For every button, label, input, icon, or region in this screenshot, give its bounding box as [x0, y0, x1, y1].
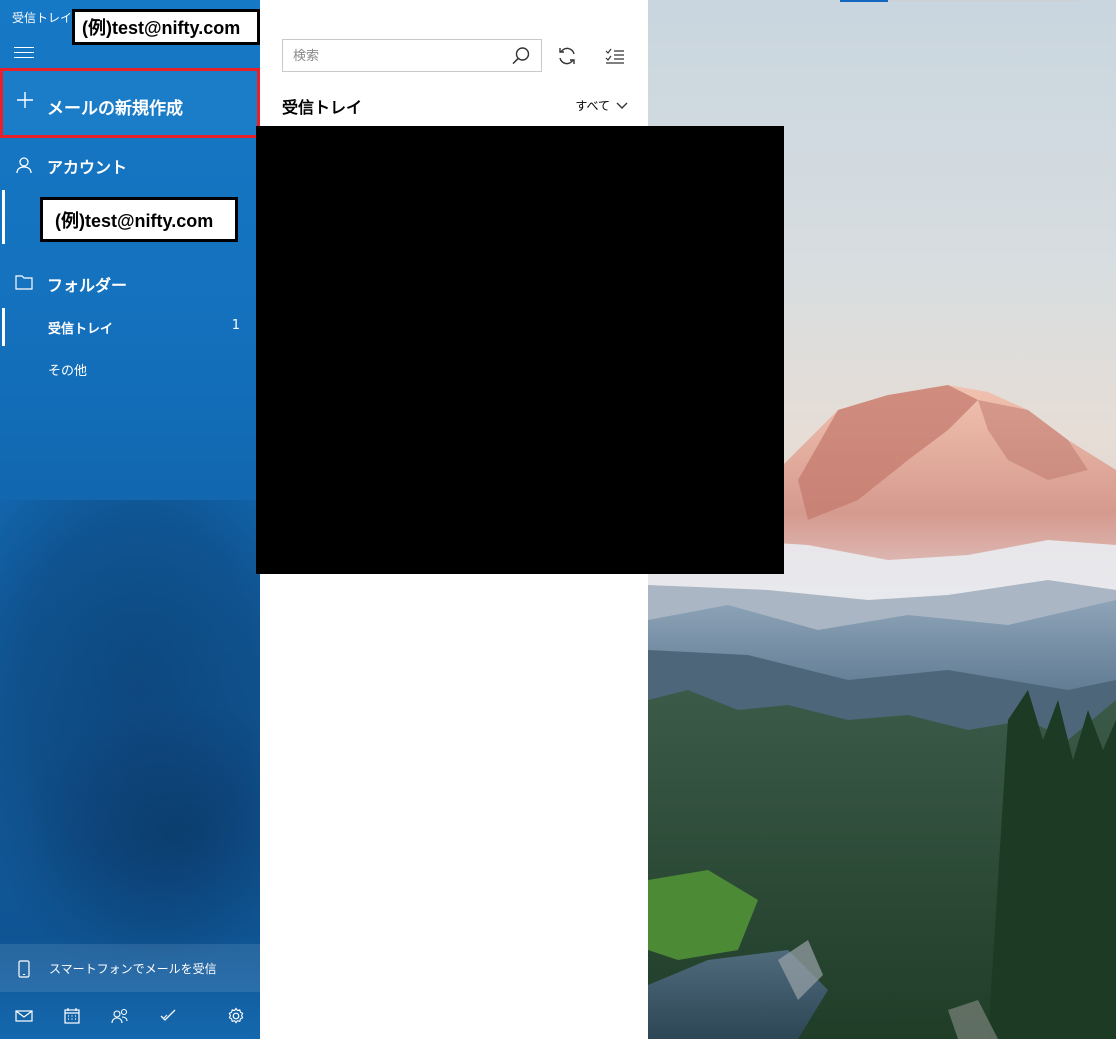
people-icon[interactable] [110, 1006, 130, 1026]
window-title: 受信トレイ - [12, 11, 81, 25]
navigation-pane: 受信トレイ - メールの新規作成 アカウント (例)test@nifty.com… [0, 0, 260, 1039]
accounts-header[interactable]: アカウント [0, 152, 260, 178]
filter-dropdown[interactable]: すべて [575, 97, 628, 114]
chevron-down-icon [616, 102, 628, 109]
account-email-overlay: (例)test@nifty.com [72, 9, 260, 45]
folders-header[interactable]: フォルダー [0, 270, 260, 296]
folders-label: フォルダー [47, 276, 128, 295]
app-switcher-bar [0, 993, 260, 1039]
accounts-label: アカウント [47, 158, 128, 177]
phone-promo-label: スマートフォンでメールを受信 [49, 962, 217, 976]
filter-label: すべて [575, 99, 610, 113]
new-mail-button[interactable]: メールの新規作成 [0, 68, 260, 138]
search-icon[interactable] [511, 46, 531, 70]
select-mode-icon[interactable] [604, 45, 626, 67]
account-item[interactable]: (例)test@nifty.com [40, 197, 238, 242]
search-box[interactable] [282, 39, 542, 73]
unread-count: 1 [231, 318, 240, 333]
smartphone-icon [18, 960, 30, 982]
sync-icon[interactable] [556, 45, 578, 67]
folder-label: 受信トレイ [48, 322, 114, 337]
hamburger-menu-icon[interactable] [14, 47, 34, 63]
search-input[interactable] [283, 40, 515, 73]
todo-icon[interactable] [158, 1006, 178, 1026]
settings-icon[interactable] [226, 1006, 246, 1026]
folder-label: その他 [48, 364, 88, 379]
folder-title: 受信トレイ [282, 98, 363, 117]
folder-selection-indicator [2, 308, 5, 346]
mail-icon[interactable] [14, 1006, 34, 1026]
folder-icon [15, 274, 33, 292]
phone-promo-link[interactable]: スマートフォンでメールを受信 [0, 944, 260, 992]
person-icon [15, 156, 33, 174]
background-mountain-blur-2 [20, 700, 260, 960]
new-mail-label: メールの新規作成 [47, 99, 183, 119]
account-selection-indicator [2, 190, 5, 244]
top-divider-line [888, 0, 1080, 1]
folder-item-other[interactable]: その他 [0, 350, 260, 388]
top-accent-line [840, 0, 888, 2]
folder-item-inbox[interactable]: 受信トレイ 1 [0, 308, 260, 346]
redaction-block [256, 126, 784, 574]
calendar-icon[interactable] [62, 1006, 82, 1026]
plus-icon [16, 91, 34, 114]
